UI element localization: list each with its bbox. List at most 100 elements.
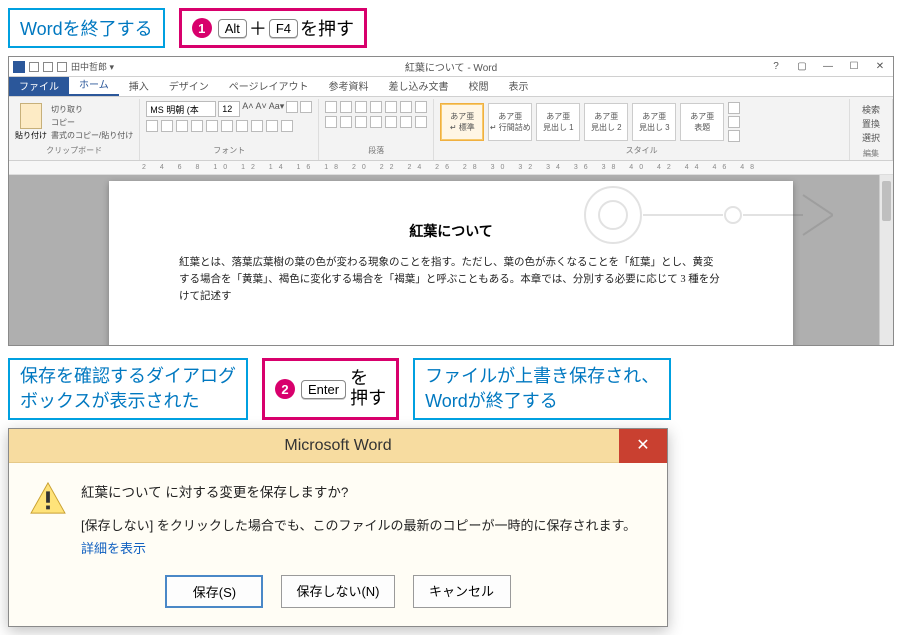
dont-save-button[interactable]: 保存しない(N) [281, 575, 394, 608]
help-button[interactable]: ? [763, 58, 789, 76]
select-button[interactable]: 選択 [862, 131, 880, 144]
style-heading1[interactable]: あア亜 見出し 1 [536, 103, 580, 141]
tab-review[interactable]: 校閲 [459, 75, 499, 96]
ruby-icon[interactable] [286, 101, 298, 113]
strike-icon[interactable] [191, 120, 203, 132]
styles-more-icon[interactable] [728, 130, 740, 142]
dialog-subtext: [保存しない] をクリックした場合でも、このファイルの最新のコピーが一時的に保存… [81, 515, 647, 534]
highlight-icon[interactable] [251, 120, 263, 132]
word-icon [13, 61, 25, 73]
copy-button[interactable]: コピー [51, 117, 133, 128]
bullets-icon[interactable] [325, 101, 337, 113]
save-changes-dialog: Microsoft Word ✕ 紅葉について に対する変更を保存しますか? [… [8, 428, 668, 627]
callout-result: ファイルが上書き保存され、 Wordが終了する [413, 358, 671, 420]
tab-design[interactable]: デザイン [159, 75, 219, 96]
numbering-icon[interactable] [340, 101, 352, 113]
key-alt: Alt [218, 19, 247, 38]
style-normal[interactable]: あア亜 ↵ 標準 [440, 103, 484, 141]
font-group-label: フォント [146, 145, 312, 156]
qat-undo-icon[interactable] [43, 62, 53, 72]
user-name: 田中哲郎 ▾ [71, 60, 114, 73]
superscript-icon[interactable] [221, 120, 233, 132]
tab-insert[interactable]: 挿入 [119, 75, 159, 96]
save-button[interactable]: 保存(S) [165, 575, 263, 608]
texteffect-icon[interactable] [236, 120, 248, 132]
style-title-label: 表題 [694, 122, 710, 133]
charshade-icon[interactable] [281, 120, 293, 132]
tab-layout[interactable]: ページレイアウト [219, 75, 319, 96]
tab-file[interactable]: ファイル [9, 75, 69, 96]
key-enter: Enter [301, 380, 346, 399]
shading-icon[interactable] [400, 116, 412, 128]
ribbon-tabs: ファイル ホーム 挿入 デザイン ページレイアウト 参考資料 差し込み文書 校閲… [9, 77, 893, 97]
char-border-icon[interactable] [300, 101, 312, 113]
tab-mailings[interactable]: 差し込み文書 [379, 75, 459, 96]
ribbon-group-styles: あア亜 ↵ 標準 あア亜 ↵ 行間詰め あア亜 見出し 1 あア亜 見出し 2 … [434, 99, 850, 160]
style-heading2-label: 見出し 2 [591, 122, 622, 133]
style-heading3[interactable]: あア亜 見出し 3 [632, 103, 676, 141]
styles-row-down-icon[interactable] [728, 116, 740, 128]
style-normal-label: ↵ 標準 [450, 122, 475, 133]
dialog-message: 紅葉について に対する変更を保存しますか? [81, 481, 647, 501]
maximize-button[interactable]: ☐ [841, 58, 867, 76]
vertical-scrollbar[interactable] [879, 175, 893, 345]
key-plus: ＋ [249, 15, 267, 41]
qat-redo-icon[interactable] [57, 62, 67, 72]
scrollbar-thumb[interactable] [882, 181, 891, 221]
find-button[interactable]: 検索 [862, 103, 880, 116]
replace-button[interactable]: 置換 [862, 117, 880, 130]
format-painter-button[interactable]: 書式のコピー/貼り付け [51, 130, 133, 141]
style-sample: あア亜 [690, 111, 714, 122]
close-button[interactable]: ✕ [867, 58, 893, 76]
sort-icon[interactable] [400, 101, 412, 113]
doc-body: 紅葉とは、落葉広葉樹の葉の色が変わる現象のことを指す。ただし、葉の色が赤くなるこ… [179, 255, 723, 305]
align-right-icon[interactable] [355, 116, 367, 128]
style-sample: あア亜 [594, 111, 618, 122]
font-size-select[interactable]: 12 [218, 101, 240, 117]
step1-suffix: を押す [300, 15, 354, 41]
indent-dec-icon[interactable] [370, 101, 382, 113]
underline-icon[interactable] [176, 120, 188, 132]
dialog-details-link[interactable]: 詳細を表示 [81, 541, 146, 556]
align-center-icon[interactable] [340, 116, 352, 128]
style-nospacing[interactable]: あア亜 ↵ 行間詰め [488, 103, 532, 141]
window-title: 紅葉について - Word [405, 59, 497, 74]
align-justify-icon[interactable] [370, 116, 382, 128]
minimize-button[interactable]: — [815, 58, 841, 76]
cut-button[interactable]: 切り取り [51, 104, 133, 115]
bold-icon[interactable] [146, 120, 158, 132]
borders-icon[interactable] [415, 116, 427, 128]
showmarks-icon[interactable] [415, 101, 427, 113]
indent-inc-icon[interactable] [385, 101, 397, 113]
align-left-icon[interactable] [325, 116, 337, 128]
document-area[interactable]: 紅葉について 紅葉とは、落葉広葉樹の葉の色が変わる現象のことを指す。ただし、葉の… [9, 175, 893, 345]
dialog-close-button[interactable]: ✕ [619, 429, 667, 463]
font-name-select[interactable]: MS 明朝 (本 [146, 101, 216, 117]
clipboard-group-label: クリップボード [15, 145, 133, 156]
user-account[interactable]: 田中哲郎 ▾ [71, 60, 114, 73]
editing-group-label: 編集 [856, 148, 886, 159]
ribbon-collapse-button[interactable]: ▢ [789, 58, 815, 76]
qat-save-icon[interactable] [29, 62, 39, 72]
paste-icon[interactable] [20, 103, 42, 129]
italic-icon[interactable] [161, 120, 173, 132]
style-heading2[interactable]: あア亜 見出し 2 [584, 103, 628, 141]
key-f4: F4 [269, 19, 298, 38]
subscript-icon[interactable] [206, 120, 218, 132]
tab-view[interactable]: 表示 [499, 75, 539, 96]
linespacing-icon[interactable] [385, 116, 397, 128]
styles-row-up-icon[interactable] [728, 102, 740, 114]
ribbon-group-editing: 検索 置換 選択 編集 [850, 99, 893, 160]
paste-label: 貼り付け [15, 130, 47, 141]
step1-number: 1 [192, 18, 212, 38]
style-sample: あア亜 [498, 111, 522, 122]
multilevel-icon[interactable] [355, 101, 367, 113]
fontcolor-icon[interactable] [266, 120, 278, 132]
step2-suffix-l1: を [350, 369, 386, 389]
quick-access-toolbar [9, 61, 71, 73]
cancel-button[interactable]: キャンセル [413, 575, 511, 608]
tab-references[interactable]: 参考資料 [319, 75, 379, 96]
callout-step2: 2 Enter を 押す [262, 358, 399, 420]
callout-title-text: Wordを終了する [20, 15, 153, 41]
style-title[interactable]: あア亜 表題 [680, 103, 724, 141]
